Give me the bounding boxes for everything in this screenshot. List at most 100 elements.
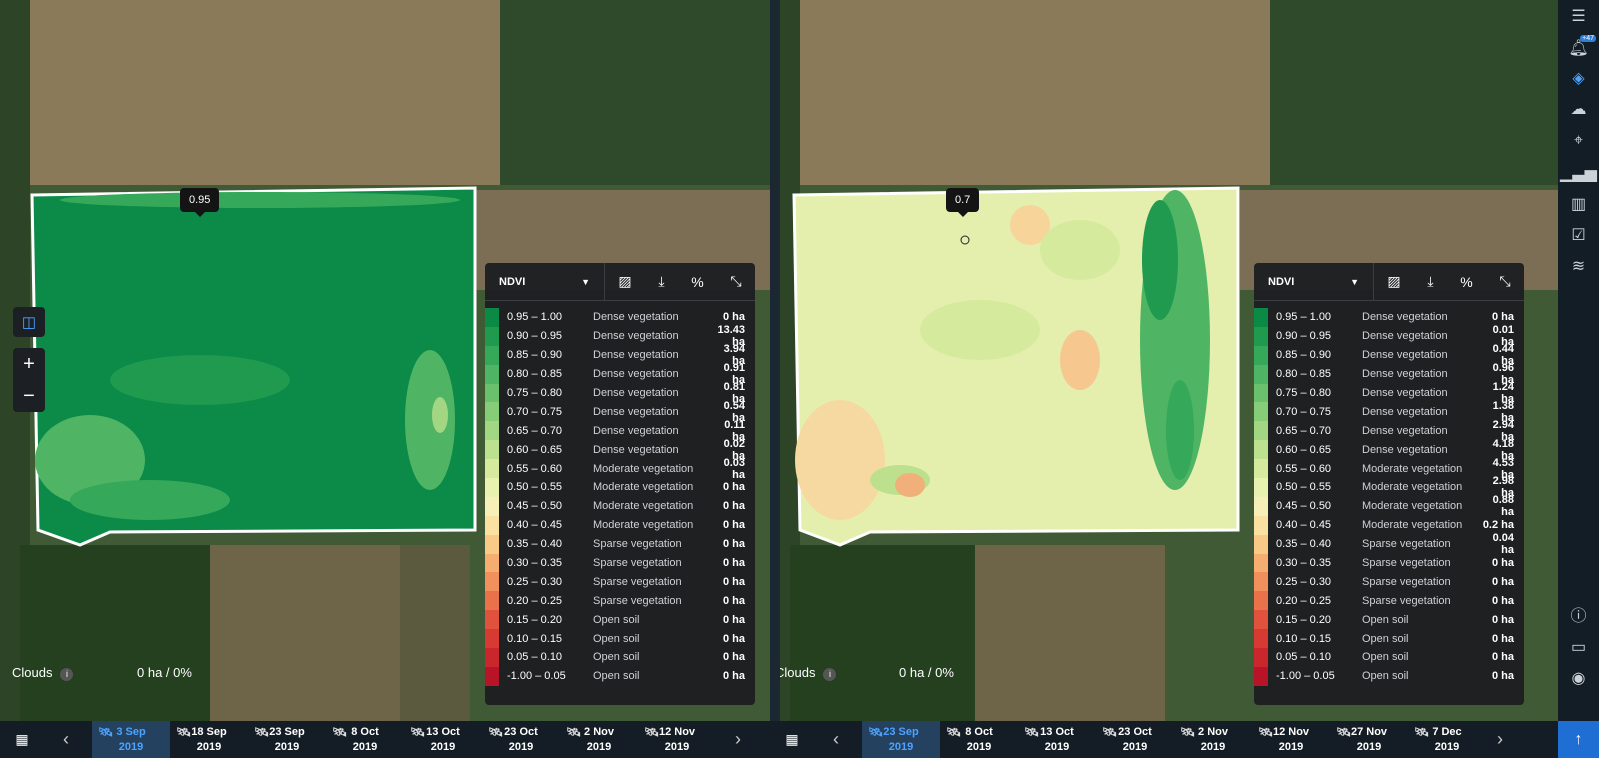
date-item[interactable]: 🛰︎ 7 Dec 2019 xyxy=(1408,721,1486,758)
date-item[interactable]: 🛰︎ 2 Nov 2019 xyxy=(1174,721,1252,758)
chevron-left-icon[interactable]: ‹ xyxy=(44,721,88,758)
date-item[interactable]: 🛰︎ 27 Nov 2019 xyxy=(1330,721,1408,758)
legend-swatch xyxy=(1254,534,1268,554)
legend-swatch xyxy=(485,534,499,554)
legend-class: Moderate vegetation xyxy=(593,500,694,513)
split-divider[interactable] xyxy=(770,0,780,721)
date-item[interactable]: 🛰︎ 12 Nov 2019 xyxy=(1252,721,1330,758)
date-year: 2019 xyxy=(1122,741,1148,753)
date-item[interactable]: 🛰︎ 13 Oct 2019 xyxy=(1018,721,1096,758)
legend-swatch xyxy=(485,421,499,441)
legend-range: 0.50 – 0.55 xyxy=(1276,481,1332,494)
legend-class: Open soil xyxy=(593,670,640,683)
calendar-icon[interactable]: ▦ xyxy=(770,721,814,758)
image-icon[interactable]: ▨ xyxy=(1387,273,1400,290)
date-item[interactable]: 🛰︎ 18 Sep 2019 xyxy=(170,721,248,758)
satellite-icon: 🛰︎ xyxy=(946,725,962,739)
legend-area: 0 ha xyxy=(1491,594,1514,607)
dashboard-icon[interactable]: ▥ xyxy=(1558,188,1599,220)
legend-area: 0 ha xyxy=(1491,632,1514,645)
signal-chart-icon[interactable]: ▁▃▅ xyxy=(1558,157,1599,189)
collapse-icon[interactable]: ⤡ xyxy=(1499,273,1510,290)
date-item[interactable]: 🛰︎ 8 Oct 2019 xyxy=(326,721,404,758)
legend-range: 0.90 – 0.95 xyxy=(507,330,563,343)
legend-swatch xyxy=(1254,383,1268,403)
date-item[interactable]: 🛰︎ 12 Nov 2019 xyxy=(638,721,716,758)
caret-down-icon: ▼ xyxy=(581,276,590,287)
index-select[interactable]: NDVI ▼ xyxy=(485,263,605,300)
menu-icon[interactable]: ☰ xyxy=(1558,0,1599,32)
legend-class: Open soil xyxy=(1362,670,1409,683)
legend-class: Dense vegetation xyxy=(593,330,679,343)
satellite-icon: 🛰︎ xyxy=(868,725,884,739)
zoom-in-button[interactable]: + xyxy=(13,348,45,380)
right-map-pane[interactable]: 0.7 NDVI ▼ ▨ ⤓ % ⤡ 0.95 – 1.00 Dense vege… xyxy=(780,0,1558,721)
legend-range: 0.65 – 0.70 xyxy=(507,424,563,437)
index-select-value: NDVI xyxy=(499,275,526,288)
collapse-icon[interactable]: ⤡ xyxy=(730,273,741,290)
legend-row: 0.15 – 0.20 Open soil 0 ha xyxy=(485,610,755,630)
right-date-bar: ▦ ‹ › 🛰︎ 23 Sep 2019 🛰︎ 8 Oct 2019 🛰︎ 13 Oct 201… xyxy=(770,721,1558,758)
legend-row: 0.35 – 0.40 Sparse vegetation 0 ha xyxy=(485,534,755,554)
info-icon[interactable]: i xyxy=(823,668,837,681)
location-pin-icon[interactable]: ⌖ xyxy=(1558,125,1599,157)
legend-area: 0 ha xyxy=(722,557,745,570)
legend-header: NDVI ▼ ▨ ⤓ % ⤡ xyxy=(485,263,755,301)
date-item[interactable]: 🛰︎ 3 Sep 2019 xyxy=(92,721,170,758)
layers-icon[interactable]: ◈ xyxy=(1558,62,1599,94)
date-item[interactable]: 🛰︎ 23 Oct 2019 xyxy=(1096,721,1174,758)
legend-area: 0 ha xyxy=(1491,613,1514,626)
legend-swatch xyxy=(1254,326,1268,346)
legend-area: 0 ha xyxy=(722,500,745,513)
legend-row: -1.00 – 0.05 Open soil 0 ha xyxy=(485,666,755,686)
date-item[interactable]: 🛰︎ 23 Sep 2019 xyxy=(248,721,326,758)
legend-row: 0.30 – 0.35 Sparse vegetation 0 ha xyxy=(1254,553,1524,573)
legend-swatch xyxy=(1254,553,1268,573)
download-icon[interactable]: ⤓ xyxy=(658,273,664,290)
legend-range: 0.60 – 0.65 xyxy=(507,443,563,456)
legend-row: 0.10 – 0.15 Open soil 0 ha xyxy=(1254,629,1524,649)
database-icon[interactable]: ≋ xyxy=(1558,250,1599,282)
legend-range: 0.40 – 0.45 xyxy=(1276,519,1332,532)
upload-arrow-icon[interactable]: ↑ xyxy=(1558,721,1599,758)
calendar-icon[interactable]: ▦ xyxy=(0,721,44,758)
legend-header: NDVI ▼ ▨ ⤓ % ⤡ xyxy=(1254,263,1524,301)
percent-icon[interactable]: % xyxy=(1460,274,1472,290)
bell-icon[interactable]: 🔔︎ +47 xyxy=(1558,32,1599,64)
date-item[interactable]: 🛰︎ 8 Oct 2019 xyxy=(940,721,1018,758)
index-select[interactable]: NDVI ▼ xyxy=(1254,263,1374,300)
cloud-icon[interactable]: ☁ xyxy=(1558,93,1599,125)
date-item[interactable]: 🛰︎ 23 Oct 2019 xyxy=(482,721,560,758)
account-icon[interactable]: ◉ xyxy=(1558,662,1599,694)
info-icon[interactable]: i xyxy=(60,668,74,681)
legend-class: Sparse vegetation xyxy=(593,594,682,607)
image-icon[interactable]: ▨ xyxy=(618,273,631,290)
legend-swatch xyxy=(485,478,499,497)
calendar-check-icon[interactable]: ☑ xyxy=(1558,219,1599,251)
legend-class: Moderate vegetation xyxy=(593,481,694,494)
monitor-icon[interactable]: ▭ xyxy=(1558,631,1599,663)
legend-area: 0.2 ha xyxy=(1482,519,1514,532)
info-icon[interactable]: ⓘ xyxy=(1558,598,1599,630)
compare-mode-button[interactable]: ◫ xyxy=(13,307,45,337)
legend-range: 0.65 – 0.70 xyxy=(1276,424,1332,437)
date-item[interactable]: 🛰︎ 23 Sep 2019 xyxy=(862,721,940,758)
chevron-right-icon[interactable]: › xyxy=(716,721,760,758)
zoom-out-button[interactable]: − xyxy=(13,380,45,412)
legend-swatch xyxy=(1254,308,1268,327)
legend-swatch xyxy=(1254,496,1268,516)
percent-icon[interactable]: % xyxy=(691,274,703,290)
legend-class: Dense vegetation xyxy=(1362,311,1448,324)
download-icon[interactable]: ⤓ xyxy=(1427,273,1433,290)
date-item[interactable]: 🛰︎ 13 Oct 2019 xyxy=(404,721,482,758)
satellite-icon: 🛰︎ xyxy=(254,725,270,739)
date-item[interactable]: 🛰︎ 2 Nov 2019 xyxy=(560,721,638,758)
legend-swatch xyxy=(485,402,499,422)
legend-class: Dense vegetation xyxy=(1362,349,1448,362)
legend-rows: 0.95 – 1.00 Dense vegetation 0 ha 0.90 – 0.… xyxy=(1254,301,1524,686)
legend-swatch xyxy=(485,648,499,667)
caret-down-icon: ▼ xyxy=(1350,276,1359,287)
chevron-left-icon[interactable]: ‹ xyxy=(814,721,858,758)
legend-row: 0.25 – 0.30 Sparse vegetation 0 ha xyxy=(1254,572,1524,592)
left-map-pane[interactable]: 0.95 ◫ + − NDVI ▼ ▨ ⤓ % ⤡ 0.95 – 1.00 Den… xyxy=(0,0,770,721)
